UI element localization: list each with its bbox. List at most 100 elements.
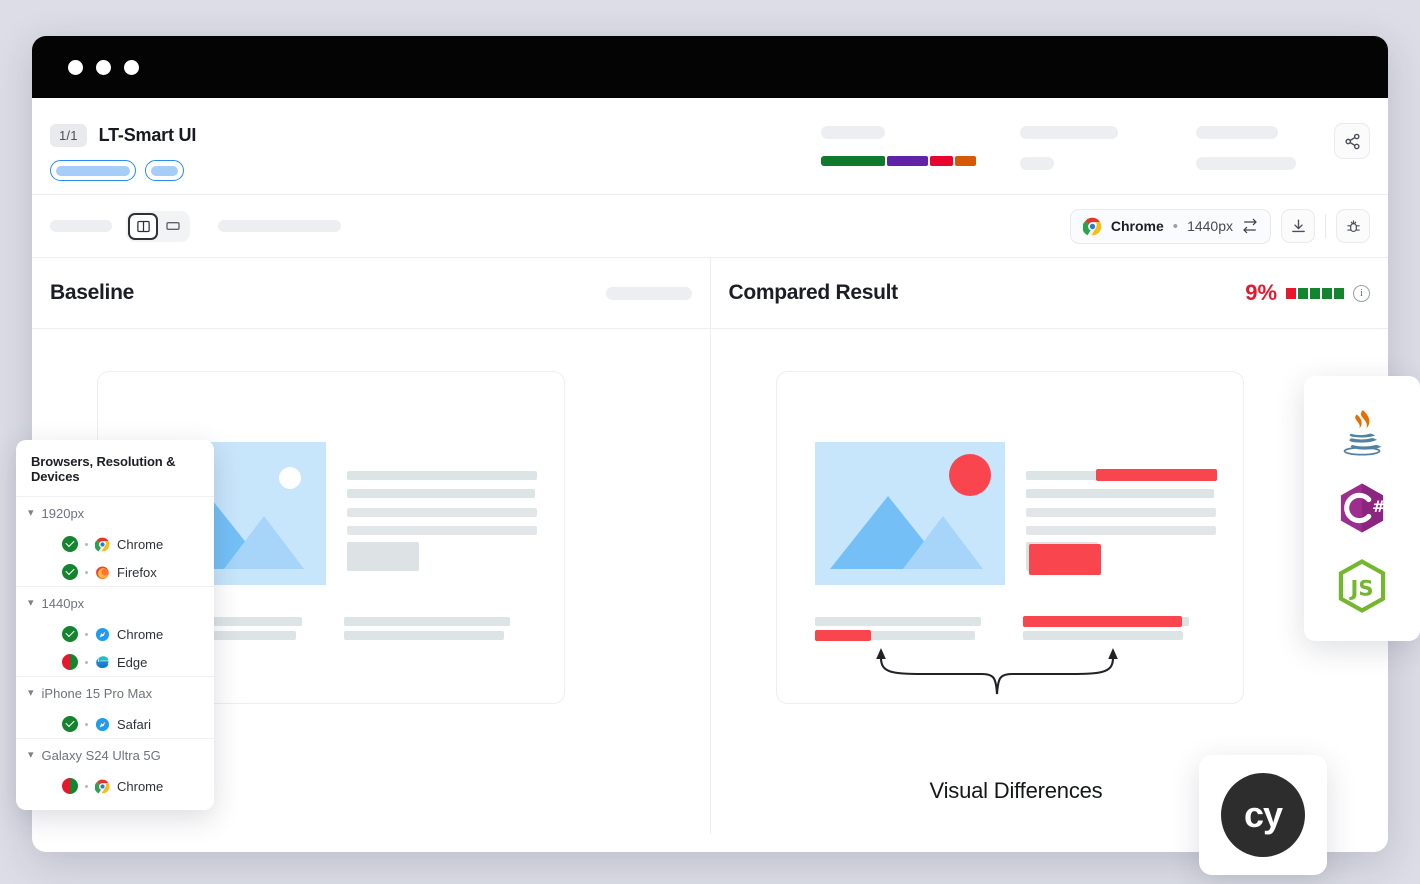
compared-text-line [814,617,981,626]
safari-icon [95,627,110,641]
diff-highlight [1028,544,1101,575]
chrome-icon [95,537,110,551]
browser-resolution-selector[interactable]: Chrome • 1440px [1069,208,1271,244]
diff-highlight [814,630,871,641]
device-group-label: iPhone 15 Pro Max [41,686,153,701]
visual-differences-brace [875,648,1118,695]
status-pass-icon [62,536,78,552]
traffic-light-close-icon[interactable] [68,59,83,75]
nodejs-icon: JS [1338,559,1386,614]
mountain-small-icon [902,516,983,569]
tag-pill-primary[interactable] [50,160,136,181]
screenshot-stage: 1/1 LT-Smart UI Chrome • 1440px Baseline… [0,0,1420,884]
device-row[interactable]: Edge [16,648,214,676]
browser-label: Chrome [117,536,164,552]
language-sdk-card: # JS [1304,376,1420,641]
status-colorbar [821,156,978,166]
diff-highlight [1022,616,1182,627]
device-row[interactable]: Firefox [16,558,214,586]
toolbar-skeleton-right [218,220,341,232]
diff-severity-squares [1286,287,1344,299]
chevron-down-icon: ▾ [28,507,34,519]
device-group-header[interactable]: ▾ 1440px [16,586,214,620]
header-stat-group-3 [1196,126,1296,170]
bug-report-button[interactable] [1336,209,1370,243]
browser-label: Edge [117,654,148,670]
baseline-title: Baseline [50,281,134,304]
share-button[interactable] [1334,123,1370,159]
compared-result-title: Compared Result [728,281,899,304]
status-partial-icon [62,654,78,670]
toolbar-actions: Chrome • 1440px [1069,208,1370,244]
header-skeleton-label [821,126,885,139]
browser-window: 1/1 LT-Smart UI Chrome • 1440px Baseline… [32,36,1388,852]
device-row[interactable]: Chrome [16,620,214,648]
traffic-light-minimize-icon[interactable] [96,59,111,75]
browser-label: Firefox [117,564,157,580]
row-separator-dot [85,632,88,636]
bug-icon [1346,219,1360,232]
sun-icon [279,467,301,489]
view-toolbar: Chrome • 1440px [32,195,1388,258]
comparison-panel-headers: Baseline Compared Result 9% i [32,258,1388,329]
view-mode-segmented-control [126,210,190,242]
info-icon[interactable]: i [1353,284,1370,302]
device-group-label: Galaxy S24 Ultra 5G [41,748,161,763]
browser-label: Safari [117,716,151,732]
safari-icon [95,717,110,731]
single-view-icon [166,222,180,230]
svg-text:#: # [1372,498,1385,517]
device-group-header[interactable]: ▾ iPhone 15 Pro Max [16,676,214,710]
baseline-text-line [347,526,537,535]
compared-text-line [1022,631,1183,640]
baseline-panel-header: Baseline [32,258,711,328]
diff-highlight [1095,469,1217,481]
compared-text-line [1025,489,1214,498]
split-view-button[interactable] [128,212,158,240]
status-partial-icon [62,778,78,794]
baseline-button-block [347,542,419,571]
edge-icon [96,655,109,668]
tag-pill-secondary[interactable] [145,160,184,181]
compared-text-line [1025,526,1216,535]
single-view-button[interactable] [158,213,188,240]
browsers-devices-panel: Browsers, Resolution & Devices ▾ 1920px … [16,440,214,810]
resolution-label: 1440px [1187,218,1233,234]
row-separator-dot [85,660,88,664]
chevron-down-icon: ▾ [28,687,34,699]
diff-percent-badge: 9% [1245,280,1277,305]
header-skeleton-label [1196,126,1278,139]
device-row[interactable]: Chrome [16,530,214,558]
build-count-chip: 1/1 [50,124,87,147]
baseline-text-line [347,471,537,480]
baseline-text-line [347,489,535,498]
row-separator-dot [85,542,88,546]
tag-pill-row [50,160,196,181]
traffic-light-maximize-icon[interactable] [124,59,139,75]
download-button[interactable] [1281,209,1315,243]
header-left: 1/1 LT-Smart UI [32,98,196,181]
baseline-meta-skeleton [605,286,692,300]
toolbar-skeleton-left [50,220,112,232]
baseline-text-line [344,617,510,626]
device-group-header[interactable]: ▾ Galaxy S24 Ultra 5G [16,738,214,772]
firefox-icon [96,566,109,579]
status-pass-icon [62,626,78,642]
device-group-header[interactable]: ▾ 1920px [16,496,214,530]
device-row[interactable]: Safari [16,710,214,738]
sun-diff-icon [948,454,991,496]
chrome-icon [95,779,110,793]
svg-text:JS: JS [1348,575,1373,600]
baseline-text-line [347,508,537,517]
download-icon [1291,218,1305,232]
comparison-panels [32,329,1388,834]
compared-text-line [1025,508,1216,517]
browser-name-label: Chrome [1110,218,1164,234]
csharp-icon: # [1340,484,1386,533]
page-title: LT-Smart UI [98,125,197,145]
device-row[interactable]: Chrome [16,772,214,810]
devices-panel-title: Browsers, Resolution & Devices [31,454,176,484]
cypress-logo: cy [1221,773,1305,857]
header-skeleton-value [1196,157,1296,170]
chrome-icon [1082,217,1102,235]
